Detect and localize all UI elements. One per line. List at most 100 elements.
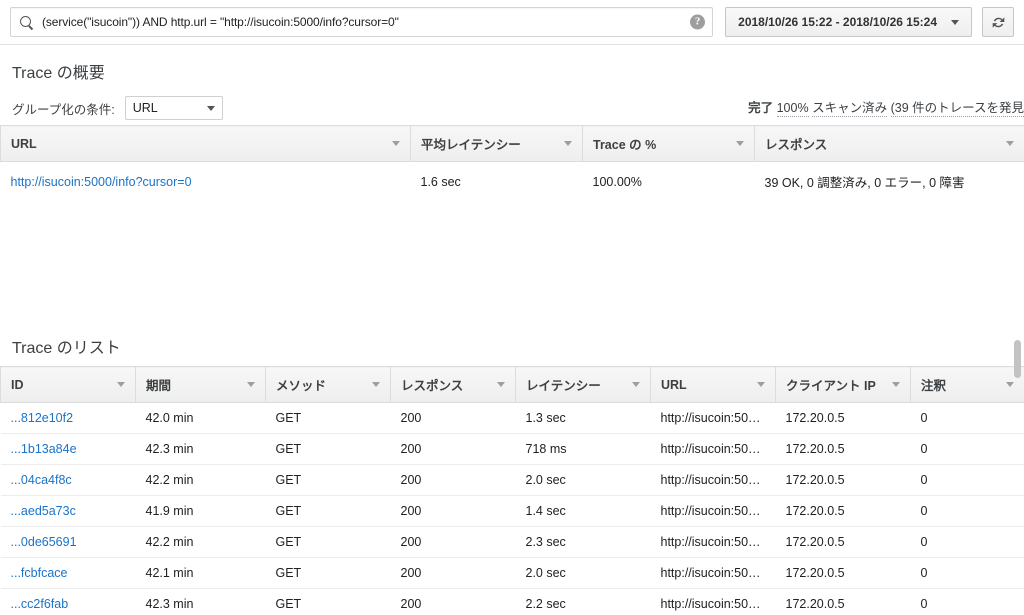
overview-col-avg-latency[interactable]: 平均レイテンシー	[410, 125, 583, 162]
cell-trace-url: http://isucoin:50…	[650, 588, 776, 615]
col-annotations[interactable]: 注釈	[910, 366, 1024, 403]
trace-id-link[interactable]: ...1b13a84e	[11, 442, 77, 456]
search-icon	[19, 15, 34, 30]
table-row[interactable]: ...1b13a84e 42.3 min GET 200 718 ms http://is…	[0, 433, 1024, 465]
cell-trace-id: ...04ca4f8c	[0, 464, 136, 496]
cell-trace-url: http://isucoin:50…	[650, 464, 776, 496]
chevron-down-icon	[372, 382, 380, 387]
cell-trace-method: GET	[265, 464, 391, 496]
col-period-label: 期間	[146, 379, 172, 393]
cell-trace-id: ...812e10f2	[0, 402, 136, 434]
cell-trace-id: ...aed5a73c	[0, 495, 136, 527]
overview-url-link[interactable]: http://isucoin:5000/info?cursor=0	[11, 175, 192, 189]
cell-trace-latency: 2.0 sec	[515, 557, 651, 589]
cell-trace-url: http://isucoin:50…	[650, 402, 776, 434]
overview-col-trace-pct-label: Trace の %	[593, 138, 657, 152]
cell-trace-annotations: 0	[910, 557, 1024, 589]
trace-list-title: Trace のリスト	[12, 340, 121, 357]
cell-trace-id: ...cc2f6fab	[0, 588, 136, 615]
col-period[interactable]: 期間	[135, 366, 266, 403]
overview-controls: グループ化の条件: URL 完了 100% スキャン済み (39 件のトレースを…	[0, 91, 1024, 125]
scrollbar-thumb[interactable]	[1014, 340, 1021, 378]
col-client-ip[interactable]: クライアント IP	[775, 366, 911, 403]
overview-table-header-row: URL 平均レイテンシー Trace の % レスポンス	[0, 125, 1024, 162]
trace-list-table: ID 期間 メソッド レスポンス レイテンシー URL クライアント IP 注釈…	[0, 366, 1024, 615]
chevron-down-icon	[736, 141, 744, 146]
cell-trace-method: GET	[265, 588, 391, 615]
chevron-down-icon	[1006, 141, 1014, 146]
trace-id-link[interactable]: ...812e10f2	[11, 411, 74, 425]
table-row[interactable]: ...fcbfcace 42.1 min GET 200 2.0 sec http://i…	[0, 557, 1024, 589]
cell-trace-annotations: 0	[910, 464, 1024, 496]
chevron-down-icon	[951, 19, 959, 25]
cell-trace-url: http://isucoin:50…	[650, 557, 776, 589]
col-response[interactable]: レスポンス	[390, 366, 516, 403]
cell-trace-id: ...fcbfcace	[0, 557, 136, 589]
chevron-down-icon	[632, 382, 640, 387]
table-row[interactable]: ...812e10f2 42.0 min GET 200 1.3 sec http://i…	[0, 402, 1024, 434]
overview-cell-url: http://isucoin:5000/info?cursor=0	[1, 162, 411, 196]
overview-table: URL 平均レイテンシー Trace の % レスポンス http://isuc…	[0, 125, 1024, 196]
trace-list-header-row: ID 期間 メソッド レスポンス レイテンシー URL クライアント IP 注釈	[0, 366, 1024, 403]
group-by-select[interactable]: URL	[124, 96, 223, 120]
scan-status-found: (39 件のトレースを発見	[890, 101, 1024, 117]
cell-trace-response: 200	[390, 588, 516, 615]
chevron-down-icon	[247, 382, 255, 387]
col-latency-label: レイテンシー	[526, 379, 601, 393]
cell-trace-period: 42.2 min	[135, 526, 266, 558]
cell-trace-url: http://isucoin:50…	[650, 433, 776, 465]
cell-trace-method: GET	[265, 433, 391, 465]
date-range-label: 2018/10/26 15:22 - 2018/10/26 15:24	[738, 15, 937, 29]
cell-trace-method: GET	[265, 495, 391, 527]
search-input[interactable]: (service("isucoin")) AND http.url = "htt…	[10, 7, 714, 37]
date-range-picker[interactable]: 2018/10/26 15:22 - 2018/10/26 15:24	[725, 7, 972, 37]
table-row[interactable]: http://isucoin:5000/info?cursor=0 1.6 se…	[1, 162, 1024, 196]
cell-trace-url: http://isucoin:50…	[650, 526, 776, 558]
table-row[interactable]: ...aed5a73c 41.9 min GET 200 1.4 sec http://i…	[0, 495, 1024, 527]
overview-col-trace-pct[interactable]: Trace の %	[582, 125, 755, 162]
chevron-down-icon	[117, 382, 125, 387]
cell-trace-response: 200	[390, 433, 516, 465]
trace-id-link[interactable]: ...04ca4f8c	[11, 473, 72, 487]
overview-col-url[interactable]: URL	[0, 125, 411, 162]
overview-col-response[interactable]: レスポンス	[754, 125, 1024, 162]
col-client-ip-label: クライアント IP	[786, 379, 876, 393]
trace-id-link[interactable]: ...cc2f6fab	[11, 597, 69, 611]
cell-trace-method: GET	[265, 557, 391, 589]
col-id[interactable]: ID	[0, 366, 136, 403]
trace-list-panel: Trace のリスト ID 期間 メソッド レスポンス レイテンシー URL ク…	[0, 320, 1024, 615]
table-row[interactable]: ...cc2f6fab 42.3 min GET 200 2.2 sec http://i…	[0, 588, 1024, 615]
cell-trace-annotations: 0	[910, 495, 1024, 527]
cell-trace-latency: 1.3 sec	[515, 402, 651, 434]
overview-cell-avg-latency: 1.6 sec	[420, 174, 461, 189]
overview-cell-trace-pct: 100.00%	[592, 174, 642, 189]
table-row[interactable]: ...0de65691 42.2 min GET 200 2.3 sec http://i…	[0, 526, 1024, 558]
col-latency[interactable]: レイテンシー	[515, 366, 651, 403]
scan-status-percent: 100%	[776, 101, 809, 117]
cell-trace-latency: 2.3 sec	[515, 526, 651, 558]
trace-id-link[interactable]: ...aed5a73c	[11, 504, 76, 518]
col-method[interactable]: メソッド	[265, 366, 391, 403]
trace-id-link[interactable]: ...0de65691	[11, 535, 77, 549]
vertical-scrollbar[interactable]	[1014, 340, 1021, 568]
search-query-text: (service("isucoin")) AND http.url = "htt…	[42, 15, 399, 29]
cell-trace-client-ip: 172.20.0.5	[775, 433, 911, 465]
chevron-down-icon	[1006, 382, 1014, 387]
group-by-value: URL	[132, 101, 158, 115]
trace-id-link[interactable]: ...fcbfcace	[11, 566, 68, 580]
cell-trace-url: http://isucoin:50…	[650, 495, 776, 527]
help-icon[interactable]: ?	[690, 14, 706, 30]
chevron-down-icon	[497, 382, 505, 387]
cell-trace-response: 200	[390, 557, 516, 589]
scan-status-scanned: スキャン済み	[812, 101, 888, 117]
chevron-down-icon	[392, 141, 400, 146]
trace-overview-panel: Trace の概要 グループ化の条件: URL 完了 100% スキャン済み (…	[0, 45, 1024, 200]
chevron-down-icon	[757, 382, 765, 387]
overview-col-avg-latency-label: 平均レイテンシー	[421, 138, 521, 152]
refresh-button[interactable]	[982, 7, 1014, 37]
cell-trace-response: 200	[390, 526, 516, 558]
cell-trace-latency: 1.4 sec	[515, 495, 651, 527]
col-url[interactable]: URL	[650, 366, 776, 403]
table-row[interactable]: ...04ca4f8c 42.2 min GET 200 2.0 sec http://i…	[0, 464, 1024, 496]
chevron-down-icon	[206, 105, 215, 111]
